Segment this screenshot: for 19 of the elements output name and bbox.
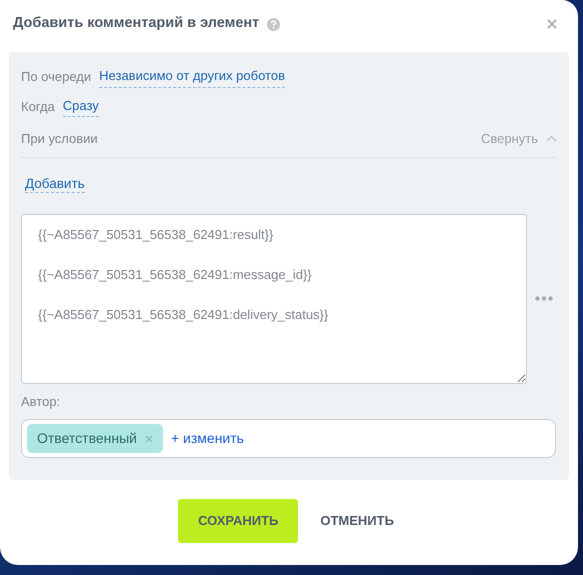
help-icon[interactable] bbox=[267, 18, 280, 30]
setting-value-link[interactable]: Сразу bbox=[62, 96, 99, 117]
setting-value-link[interactable]: Независимо от других роботов bbox=[99, 66, 285, 88]
condition-label: При условии bbox=[21, 130, 98, 148]
save-button[interactable]: СОХРАНИТЬ bbox=[178, 499, 298, 543]
close-icon[interactable] bbox=[547, 19, 557, 29]
more-icon[interactable] bbox=[535, 296, 553, 302]
add-condition-link[interactable]: Добавить bbox=[25, 176, 85, 192]
chevron-up-icon[interactable] bbox=[546, 135, 557, 142]
setting-label: По очереди bbox=[21, 68, 92, 86]
tag-label: Ответственный bbox=[37, 429, 137, 448]
comment-field[interactable]: {{~A85567_50531_56538_62491:result}} {{~A85567_50531_56538_62491:message_id}} {{~A85567_50531_56538_62491:delivery_status}} bbox=[21, 214, 527, 384]
author-field[interactable]: Ответственный + изменить bbox=[21, 419, 556, 458]
change-link[interactable]: + изменить bbox=[170, 428, 244, 450]
dialog-title: Добавить комментарий в элемент bbox=[13, 14, 260, 34]
setting-label: Когда bbox=[21, 98, 55, 116]
author-label: Автор: bbox=[21, 392, 62, 411]
remove-icon[interactable] bbox=[144, 434, 153, 443]
cancel-button[interactable]: ОТМЕНИТЬ bbox=[314, 510, 400, 532]
